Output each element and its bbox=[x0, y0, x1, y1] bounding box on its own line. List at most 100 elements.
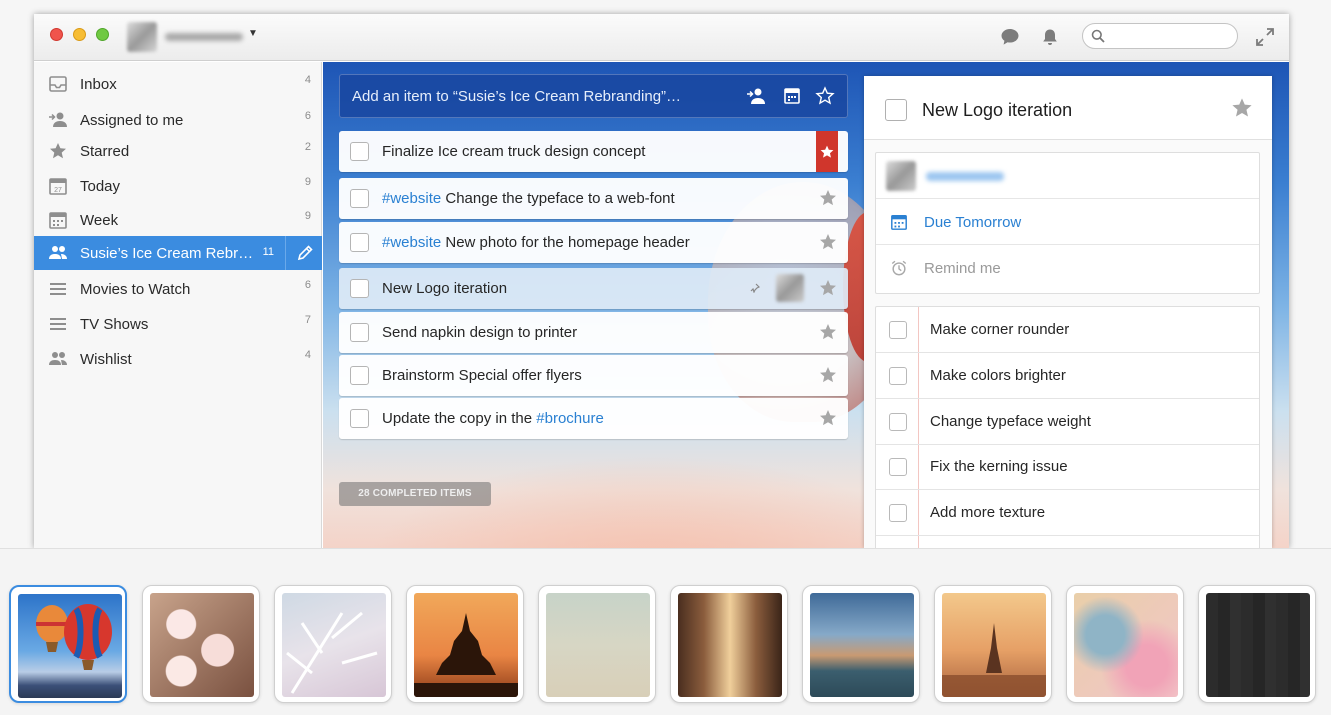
task-item[interactable]: #website New photo for the homepage head… bbox=[339, 222, 848, 263]
search-input[interactable] bbox=[1082, 23, 1238, 49]
remind-me-text: Remind me bbox=[924, 260, 1001, 277]
sidebar-item-label: Week bbox=[80, 212, 119, 229]
user-name-blurred[interactable] bbox=[165, 33, 243, 41]
background-thumb-cherry-blossom[interactable] bbox=[142, 585, 260, 703]
background-thumb-paris-sunset[interactable] bbox=[934, 585, 1052, 703]
account-menu-caret-icon[interactable]: ▼ bbox=[248, 28, 258, 39]
task-item[interactable]: #website Change the typeface to a web-fo… bbox=[339, 178, 848, 219]
reminder-row[interactable]: Remind me bbox=[876, 245, 1259, 291]
sand-blur-image bbox=[546, 593, 650, 697]
star-icon[interactable] bbox=[818, 322, 838, 342]
subtask-checkbox[interactable] bbox=[889, 458, 907, 476]
fullscreen-icon[interactable] bbox=[1254, 26, 1276, 48]
star-icon[interactable] bbox=[818, 232, 838, 252]
subtask-item[interactable]: Fix the kerning issue bbox=[876, 444, 1259, 490]
task-checkbox[interactable] bbox=[350, 279, 369, 298]
assignee-avatar[interactable] bbox=[776, 274, 804, 302]
task-checkbox[interactable] bbox=[350, 409, 369, 428]
task-meta-card: Due Tomorrow Remind me bbox=[875, 152, 1260, 294]
star-icon[interactable] bbox=[818, 408, 838, 428]
task-checkbox[interactable] bbox=[350, 323, 369, 342]
background-thumb-dark-wood[interactable] bbox=[1198, 585, 1316, 703]
due-date-icon[interactable] bbox=[782, 86, 802, 106]
notifications-bell-icon[interactable] bbox=[1039, 26, 1061, 48]
background-thumb-city-street[interactable] bbox=[670, 585, 788, 703]
shared-list-icon bbox=[49, 352, 67, 365]
subtask-item[interactable]: Change typeface weight bbox=[876, 399, 1259, 445]
subtask-title: Fix the kerning issue bbox=[930, 458, 1068, 475]
subtask-checkbox[interactable] bbox=[889, 367, 907, 385]
task-title: New Logo iteration bbox=[382, 280, 507, 297]
task-item[interactable]: Finalize Ice cream truck design concept bbox=[339, 131, 848, 172]
assignee-row[interactable] bbox=[876, 153, 1259, 199]
zoom-window-button[interactable] bbox=[96, 28, 109, 41]
task-hashtag[interactable]: #website bbox=[382, 190, 441, 207]
calendar-icon bbox=[891, 214, 907, 230]
show-completed-button[interactable]: 28 COMPLETED ITEMS bbox=[339, 482, 491, 506]
task-item[interactable]: Brainstorm Special offer flyers bbox=[339, 355, 848, 396]
cherry-blossom-image bbox=[150, 593, 254, 697]
star-icon[interactable] bbox=[1230, 96, 1254, 120]
frosted-branches-image bbox=[282, 593, 386, 697]
minimize-window-button[interactable] bbox=[73, 28, 86, 41]
subtask-list: Make corner rounder Make colors brighter… bbox=[875, 306, 1260, 548]
sidebar-item-today[interactable]: 27 Today 9 bbox=[34, 169, 322, 203]
inbox-icon bbox=[49, 76, 67, 92]
background-thumb-sand-blur[interactable] bbox=[538, 585, 656, 703]
calendar-today-icon: 27 bbox=[49, 178, 67, 195]
search-icon bbox=[1091, 29, 1105, 43]
subtask-checkbox[interactable] bbox=[889, 413, 907, 431]
sidebar-item-wishlist[interactable]: Wishlist 4 bbox=[34, 342, 322, 376]
task-checkbox[interactable] bbox=[350, 233, 369, 252]
calendar-week-icon bbox=[49, 212, 67, 229]
task-item[interactable]: Update the copy in the #brochure bbox=[339, 398, 848, 439]
detail-task-title[interactable]: New Logo iteration bbox=[922, 100, 1072, 121]
sidebar-item-assigned-to-me[interactable]: Assigned to me 6 bbox=[34, 103, 322, 137]
sidebar-item-susies-ice-cream-rebranding[interactable]: Susie’s Ice Cream Rebr… 11 bbox=[34, 236, 322, 270]
add-item-input[interactable]: Add an item to “Susie’s Ice Cream Rebran… bbox=[339, 74, 848, 118]
list-icon bbox=[50, 283, 66, 295]
star-icon[interactable] bbox=[818, 365, 838, 385]
task-checkbox[interactable] bbox=[350, 366, 369, 385]
background-thumb-canal-city[interactable] bbox=[802, 585, 920, 703]
user-avatar[interactable] bbox=[127, 22, 157, 52]
edit-list-button[interactable] bbox=[285, 236, 322, 270]
background-thumb-pink-flowers[interactable] bbox=[1066, 585, 1184, 703]
task-checkbox[interactable] bbox=[350, 189, 369, 208]
assign-icon[interactable] bbox=[746, 86, 766, 106]
city-street-image bbox=[678, 593, 782, 697]
sidebar-item-starred[interactable]: Starred 2 bbox=[34, 134, 322, 168]
star-icon[interactable] bbox=[818, 278, 838, 298]
sidebar-item-label: Movies to Watch bbox=[80, 281, 191, 298]
sidebar-item-inbox[interactable]: Inbox 4 bbox=[34, 67, 322, 101]
starred-ribbon[interactable] bbox=[816, 131, 838, 172]
sidebar-item-label: Susie’s Ice Cream Rebr… bbox=[80, 245, 254, 262]
background-thumb-frosted-branches[interactable] bbox=[274, 585, 392, 703]
task-hashtag[interactable]: #website bbox=[382, 234, 441, 251]
background-thumb-pagoda-sunset[interactable] bbox=[406, 585, 524, 703]
star-outline-icon[interactable] bbox=[815, 86, 835, 106]
subtask-item[interactable]: Make colors brighter bbox=[876, 353, 1259, 399]
sidebar-item-tv-shows[interactable]: TV Shows 7 bbox=[34, 307, 322, 341]
subtask-item[interactable]: Make corner rounder bbox=[876, 307, 1259, 353]
task-hashtag[interactable]: #brochure bbox=[536, 410, 604, 427]
background-picker bbox=[0, 548, 1331, 715]
activity-comments-icon[interactable] bbox=[999, 26, 1021, 48]
due-date-row[interactable]: Due Tomorrow bbox=[876, 199, 1259, 245]
detail-task-checkbox[interactable] bbox=[885, 99, 907, 121]
subtask-checkbox[interactable] bbox=[889, 504, 907, 522]
task-item-selected[interactable]: New Logo iteration bbox=[339, 268, 848, 309]
background-thumb-hot-air-balloons[interactable] bbox=[9, 585, 127, 703]
task-title: #website Change the typeface to a web-fo… bbox=[382, 190, 675, 207]
assignee-avatar bbox=[886, 161, 916, 191]
star-icon bbox=[820, 145, 834, 158]
pagoda-sunset-image bbox=[414, 593, 518, 697]
sidebar-item-movies-to-watch[interactable]: Movies to Watch 6 bbox=[34, 272, 322, 306]
subtask-item[interactable]: Add more texture bbox=[876, 490, 1259, 536]
task-checkbox[interactable] bbox=[350, 142, 369, 161]
close-window-button[interactable] bbox=[50, 28, 63, 41]
sidebar-item-week[interactable]: Week 9 bbox=[34, 203, 322, 237]
star-icon[interactable] bbox=[818, 188, 838, 208]
task-item[interactable]: Send napkin design to printer bbox=[339, 312, 848, 353]
subtask-checkbox[interactable] bbox=[889, 321, 907, 339]
